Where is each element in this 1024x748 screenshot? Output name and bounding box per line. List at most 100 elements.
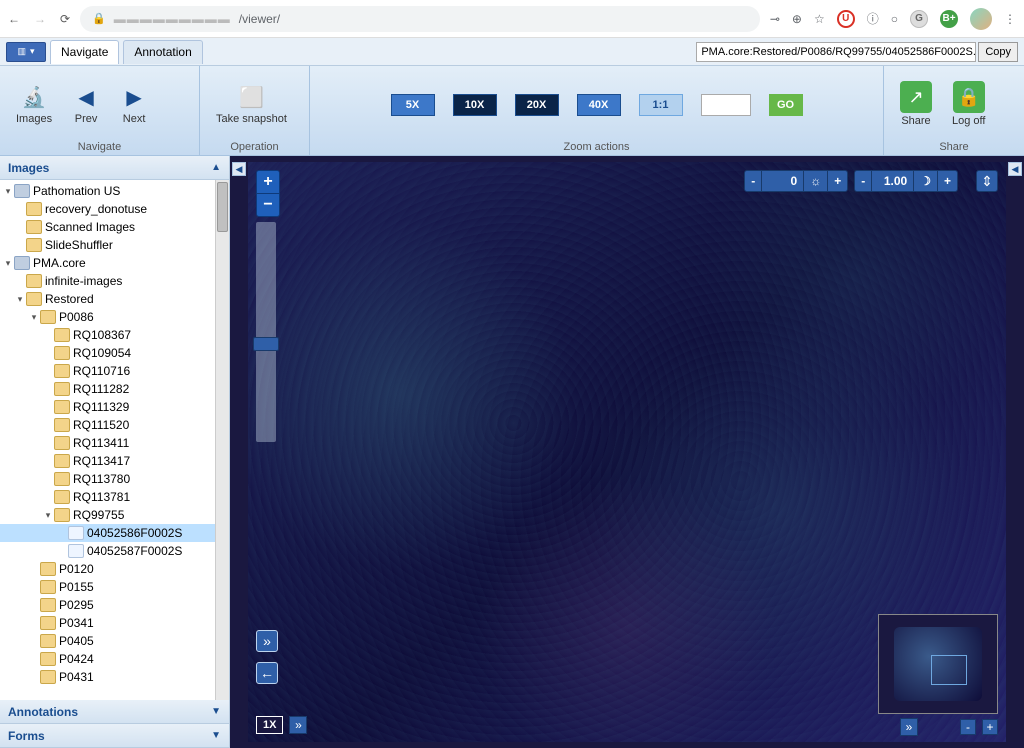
next-button[interactable]: ▶ Next (114, 81, 154, 127)
sun-icon: ☼ (803, 171, 827, 191)
tree-folder[interactable]: P0341 (0, 614, 229, 632)
key-icon[interactable]: ⊸ (770, 12, 780, 26)
dec-button[interactable]: - (745, 171, 761, 191)
overview-zoomout[interactable]: - (960, 719, 976, 735)
google-icon[interactable]: G (910, 10, 928, 28)
panel-forms-header[interactable]: Forms▼ (0, 724, 229, 748)
copy-button[interactable]: Copy (978, 42, 1018, 62)
zoom-fit[interactable]: 1:1 (639, 94, 683, 116)
tree-scrollbar[interactable] (215, 180, 229, 700)
prev-button[interactable]: ◀ Prev (66, 81, 106, 127)
tree-folder[interactable]: P0431 (0, 668, 229, 686)
zoom-slider[interactable] (256, 222, 276, 442)
zoom-5x[interactable]: 5X (391, 94, 435, 116)
tree-scroll[interactable]: ▾Pathomation US recovery_donotuse Scanne… (0, 180, 229, 700)
address-bar[interactable]: 🔒 ▬▬▬▬▬▬▬▬▬ /viewer/ (80, 6, 760, 32)
ribbon: 🔬 Images ◀ Prev ▶ Next Navigate ⬜ Take s… (0, 66, 1024, 156)
logoff-button[interactable]: 🔒 Log off (946, 79, 991, 129)
tree-file-selected[interactable]: 04052586F0002S (0, 524, 229, 542)
image-path-field[interactable]: PMA.core:Restored/P0086/RQ99755/04052586… (696, 42, 976, 62)
zoom-icon[interactable]: ⊕ (792, 12, 802, 26)
overview-expand-button[interactable]: » (900, 718, 918, 736)
sidebar: Images▲ ▾Pathomation US recovery_donotus… (0, 156, 230, 748)
tree-folder[interactable]: P0155 (0, 578, 229, 596)
panel-images-header[interactable]: Images▲ (0, 156, 229, 180)
tree-file[interactable]: 04052587F0002S (0, 542, 229, 560)
expand-icon: ▼ (211, 730, 221, 741)
snapshot-button[interactable]: ⬜ Take snapshot (210, 81, 293, 127)
expand-panel-button[interactable]: » (256, 630, 278, 652)
inc-button[interactable]: + (827, 171, 847, 191)
reload-button[interactable]: ⟳ (60, 12, 70, 26)
tree-folder[interactable]: Scanned Images (0, 218, 229, 236)
tree-folder[interactable]: ▾P0086 (0, 308, 229, 326)
tree-server[interactable]: ▾PMA.core (0, 254, 229, 272)
tree-folder[interactable]: RQ113781 (0, 488, 229, 506)
back-nav-button[interactable]: ← (256, 662, 278, 684)
app-tab-bar: ▥ Navigate Annotation PMA.core:Restored/… (0, 38, 1024, 66)
zoom-20x[interactable]: 20X (515, 94, 559, 116)
main-area: Images▲ ▾Pathomation US recovery_donotus… (0, 156, 1024, 748)
ext-icon[interactable]: B+ (940, 10, 958, 28)
tree-folder[interactable]: RQ113780 (0, 470, 229, 488)
tree-folder[interactable]: P0405 (0, 632, 229, 650)
fit-height-button[interactable]: ⇕ (976, 170, 998, 192)
tree-folder[interactable]: P0424 (0, 650, 229, 668)
images-button[interactable]: 🔬 Images (10, 81, 58, 127)
share-button[interactable]: ↗ Share (894, 79, 938, 129)
tree-folder[interactable]: SlideShuffler (0, 236, 229, 254)
collapse-left-button[interactable]: ◀ (232, 162, 246, 176)
tree-folder[interactable]: P0295 (0, 596, 229, 614)
snapshot-icon: ⬜ (237, 83, 265, 111)
tab-annotation[interactable]: Annotation (123, 40, 202, 64)
overview-map[interactable] (878, 614, 998, 714)
tree-server[interactable]: ▾Pathomation US (0, 182, 229, 200)
circle-icon[interactable]: ○ (891, 12, 898, 26)
gamma-value: 1.00 (871, 171, 913, 191)
viewer-container: ◀ ◀ + − » ← 1X » - (230, 156, 1024, 748)
forward-button[interactable]: → (34, 12, 46, 26)
tree-folder[interactable]: infinite-images (0, 272, 229, 290)
tree-folder[interactable]: ▾Restored (0, 290, 229, 308)
gamma-control[interactable]: - 1.00 ☽ + (854, 170, 958, 192)
brightness-value: 0 (761, 171, 803, 191)
zoom-input[interactable] (701, 94, 751, 116)
collapse-right-button[interactable]: ◀ (1008, 162, 1022, 176)
share-icon: ↗ (900, 81, 932, 113)
brightness-control[interactable]: - 0 ☼ + (744, 170, 848, 192)
next-icon: ▶ (120, 83, 148, 111)
tree-folder[interactable]: RQ110716 (0, 362, 229, 380)
tree-folder[interactable]: recovery_donotuse (0, 200, 229, 218)
zoom-40x[interactable]: 40X (577, 94, 621, 116)
viewmode-dropdown[interactable]: ▥ (6, 42, 46, 62)
star-icon[interactable]: ☆ (814, 12, 825, 26)
tab-navigate[interactable]: Navigate (50, 40, 119, 64)
ublock-icon[interactable]: U (837, 10, 855, 28)
zoom-go[interactable]: GO (769, 94, 803, 116)
zoom-out-button[interactable]: − (257, 194, 279, 216)
tree-folder[interactable]: RQ113417 (0, 452, 229, 470)
slide-viewer[interactable]: + − » ← 1X » - 0 ☼ + (248, 162, 1006, 742)
tree-folder[interactable]: RQ109054 (0, 344, 229, 362)
info-icon[interactable]: ⓘ (867, 10, 879, 27)
tree-folder[interactable]: RQ113411 (0, 434, 229, 452)
zoom-in-button[interactable]: + (257, 171, 279, 193)
overview-viewport[interactable] (931, 655, 967, 685)
panel-annotations-header[interactable]: Annotations▼ (0, 700, 229, 724)
scale-expand-button[interactable]: » (289, 716, 307, 734)
menu-icon[interactable]: ⋮ (1004, 12, 1016, 26)
tree-folder[interactable]: RQ111520 (0, 416, 229, 434)
inc-button[interactable]: + (937, 171, 957, 191)
profile-avatar[interactable] (970, 8, 992, 30)
tree-folder[interactable]: P0120 (0, 560, 229, 578)
dec-button[interactable]: - (855, 171, 871, 191)
overview-zoomin[interactable]: + (982, 719, 998, 735)
lock-icon: 🔒 (92, 12, 106, 25)
tree-folder[interactable]: RQ108367 (0, 326, 229, 344)
tree-folder[interactable]: RQ111329 (0, 398, 229, 416)
zoom-slider-handle[interactable] (253, 337, 279, 351)
zoom-10x[interactable]: 10X (453, 94, 497, 116)
back-button[interactable]: ← (8, 12, 20, 26)
tree-folder[interactable]: ▾RQ99755 (0, 506, 229, 524)
tree-folder[interactable]: RQ111282 (0, 380, 229, 398)
